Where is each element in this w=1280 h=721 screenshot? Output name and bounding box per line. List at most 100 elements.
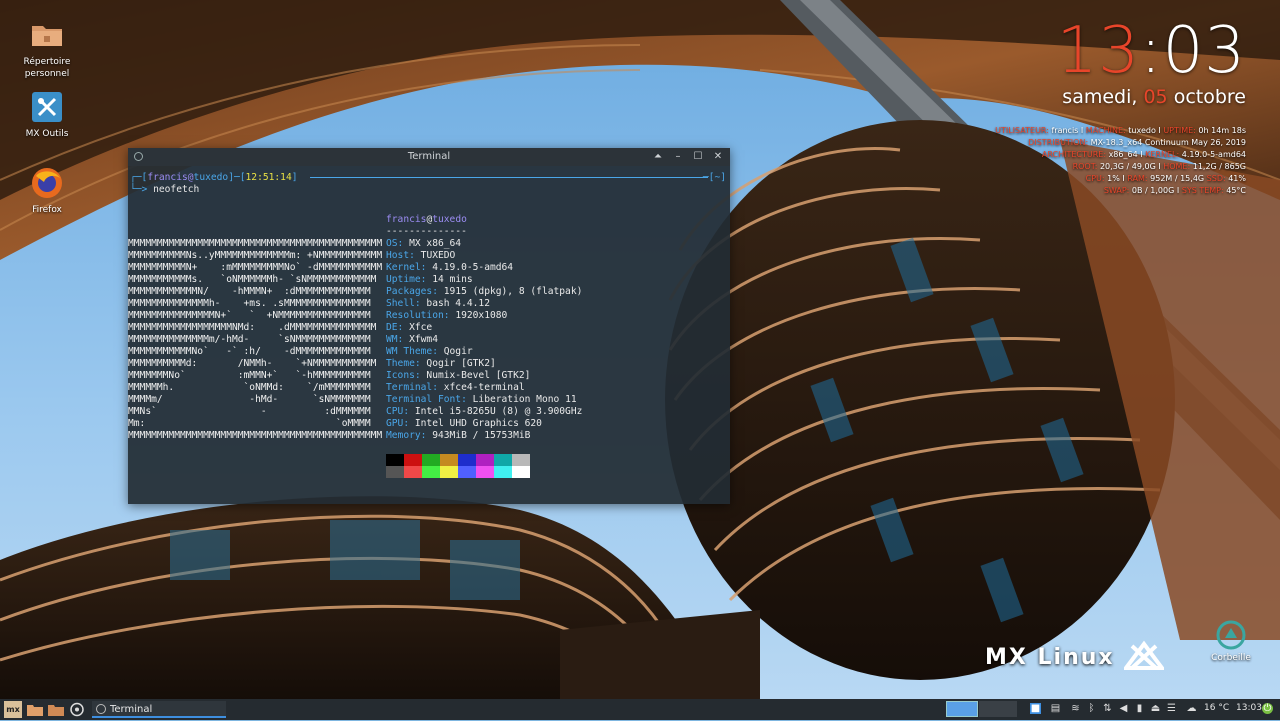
info-header: francis@tuxedo	[386, 214, 467, 225]
settings-icon	[70, 702, 84, 717]
info-row: Terminal Font: Liberation Mono 11	[386, 394, 577, 405]
network-icon[interactable]: ⇅	[1102, 703, 1113, 714]
desktop-icon-trash[interactable]: Corbeille	[1196, 620, 1266, 663]
mx-tools-icon	[30, 90, 64, 124]
color-swatch	[476, 466, 494, 478]
sysinfo-line: ROOT: 20,3G / 49,0G I HOME: 11,2G / 865G	[1072, 162, 1246, 171]
maximize-window-icon[interactable]: ☐	[690, 149, 706, 165]
color-palette	[386, 454, 530, 478]
color-swatch	[386, 454, 404, 466]
taskbar: mx Terminal ■ ▤ ≋ ᛒ ⇅ ◀ ▮ ⏏ ☰ ☁ 16 °C 13…	[0, 699, 1280, 720]
folder-home-icon	[30, 18, 64, 52]
notifications-icon[interactable]: ☰	[1166, 703, 1177, 714]
info-rule: --------------	[386, 226, 467, 237]
wifi-icon[interactable]: ≋	[1070, 703, 1081, 714]
terminal-icon	[96, 704, 106, 714]
info-row: Uptime: 14 mins	[386, 274, 473, 285]
info-row: OS: MX x86_64	[386, 238, 462, 249]
sysinfo-line: UTILISATEUR: francis I MACHINE: tuxedo I…	[995, 126, 1246, 135]
terminal-window[interactable]: Terminal ⏶ – ☐ ✕ ┌─[francis@tuxedo]─[12:…	[128, 148, 730, 504]
info-row: Kernel: 4.19.0-5-amd64	[386, 262, 514, 273]
shade-window-icon[interactable]: ⏶	[650, 149, 666, 165]
weather-cloud-icon[interactable]: ☁	[1186, 703, 1197, 714]
info-row: WM Theme: Qogir	[386, 346, 473, 357]
shell-prompt: ┌─[francis@tuxedo]─[12:51:14] ─[~]	[130, 172, 726, 183]
folder-launcher[interactable]	[47, 701, 65, 718]
window-title: Terminal	[407, 151, 451, 162]
color-swatch	[512, 466, 530, 478]
neofetch-info: francis@tuxedo -------------- OS: MX x86…	[386, 214, 582, 442]
date-month: octobre	[1173, 86, 1246, 108]
taskbar-clock[interactable]: 13:03	[1236, 703, 1262, 713]
workspace-1[interactable]	[946, 701, 978, 717]
taskbar-item-label: Terminal	[110, 704, 153, 715]
desktop-icon-label: Répertoire	[23, 57, 71, 67]
info-row: Resolution: 1920x1080	[386, 310, 508, 321]
date-weekday: samedi,	[1062, 86, 1138, 108]
taskbar-item-terminal[interactable]: Terminal	[92, 701, 226, 718]
info-row: Packages: 1915 (dpkg), 8 (flatpak)	[386, 286, 583, 297]
folder-icon	[27, 705, 43, 716]
minimize-window-icon[interactable]: –	[670, 149, 686, 165]
folder-icon	[48, 705, 64, 716]
conky-date: samedi, 05 octobre	[1057, 84, 1246, 110]
color-swatch	[386, 466, 404, 478]
desktop-icon-label-2: personnel	[24, 69, 70, 79]
conky-clock-widget: 13:03 samedi, 05 octobre	[1057, 16, 1246, 110]
desktop-icon-firefox[interactable]: Firefox	[2, 166, 92, 216]
updater-icon[interactable]: ■	[1030, 703, 1041, 714]
bluetooth-icon[interactable]: ᛒ	[1086, 703, 1097, 714]
desktop-icon-label: Corbeille	[1211, 653, 1251, 663]
color-swatch	[494, 466, 512, 478]
recycle-bin-icon	[1216, 620, 1246, 650]
color-swatch	[404, 454, 422, 466]
sysinfo-line: CPU: 1% I RAM: 952M / 15,4G SSD: 41%	[1085, 174, 1246, 183]
shell-command: └─> neofetch	[130, 184, 200, 195]
info-row: Memory: 943MiB / 15753MiB	[386, 430, 531, 441]
desktop-icon-mx-tools[interactable]: MX Outils	[2, 90, 92, 140]
color-swatch	[404, 466, 422, 478]
desktop-icon-label: Firefox	[32, 205, 62, 215]
color-swatch	[494, 454, 512, 466]
color-swatch	[440, 454, 458, 466]
info-row: DE: Xfce	[386, 322, 433, 333]
date-day: 05	[1143, 86, 1168, 108]
file-manager-launcher[interactable]	[26, 701, 44, 718]
workspace-2[interactable]	[979, 701, 1017, 717]
color-swatch	[440, 466, 458, 478]
sysinfo-line: ARCHITECTURE: x86_64 I KERNEL: 4.19.0-5-…	[1041, 150, 1246, 159]
close-window-icon[interactable]: ✕	[710, 149, 726, 165]
info-row: Terminal: xfce4-terminal	[386, 382, 525, 393]
info-row: Icons: Numix-Bevel [GTK2]	[386, 370, 531, 381]
weather-temperature[interactable]: 16 °C	[1204, 703, 1229, 713]
terminal-titlebar[interactable]: Terminal ⏶ – ☐ ✕	[128, 148, 730, 166]
sysinfo-line: SWAP: 0B / 1,00G I SYS TEMP: 45°C	[1103, 186, 1246, 195]
firefox-icon	[30, 166, 64, 200]
conky-system-info: UTILISATEUR: francis I MACHINE: tuxedo I…	[995, 125, 1246, 197]
logout-icon[interactable]: ⏻	[1262, 703, 1273, 714]
color-swatch	[476, 454, 494, 466]
conky-clock: 13:03	[1057, 16, 1246, 86]
desktop-icon-label: MX Outils	[25, 129, 69, 139]
info-row: GPU: Intel UHD Graphics 620	[386, 418, 542, 429]
info-row: Host: TUXEDO	[386, 250, 456, 261]
desktop-icon-home-folder[interactable]: Répertoire personnel	[2, 18, 92, 80]
clock-hours: 13	[1056, 14, 1140, 88]
info-row: Theme: Qogir [GTK2]	[386, 358, 496, 369]
sysinfo-line: DISTRIBUTION: MX-18.3_x64 Continuum May …	[1028, 138, 1246, 147]
volume-icon[interactable]: ◀	[1118, 703, 1129, 714]
clock-minutes: :03	[1140, 14, 1246, 88]
whisker-menu-button[interactable]: mx	[4, 701, 22, 718]
battery-icon[interactable]: ▮	[1134, 703, 1145, 714]
color-swatch	[458, 454, 476, 466]
info-row: CPU: Intel i5-8265U (8) @ 3.900GHz	[386, 406, 583, 417]
info-row: Shell: bash 4.4.12	[386, 298, 490, 309]
eject-icon[interactable]: ⏏	[1150, 703, 1161, 714]
mx-linux-logo: MX Linux	[985, 640, 1167, 670]
settings-launcher[interactable]	[68, 701, 86, 718]
color-swatch	[422, 454, 440, 466]
mx-logo-mark-icon	[1122, 640, 1167, 670]
color-swatch	[458, 466, 476, 478]
mx-logo-text: MX Linux	[985, 645, 1115, 670]
clipboard-icon[interactable]: ▤	[1050, 703, 1061, 714]
